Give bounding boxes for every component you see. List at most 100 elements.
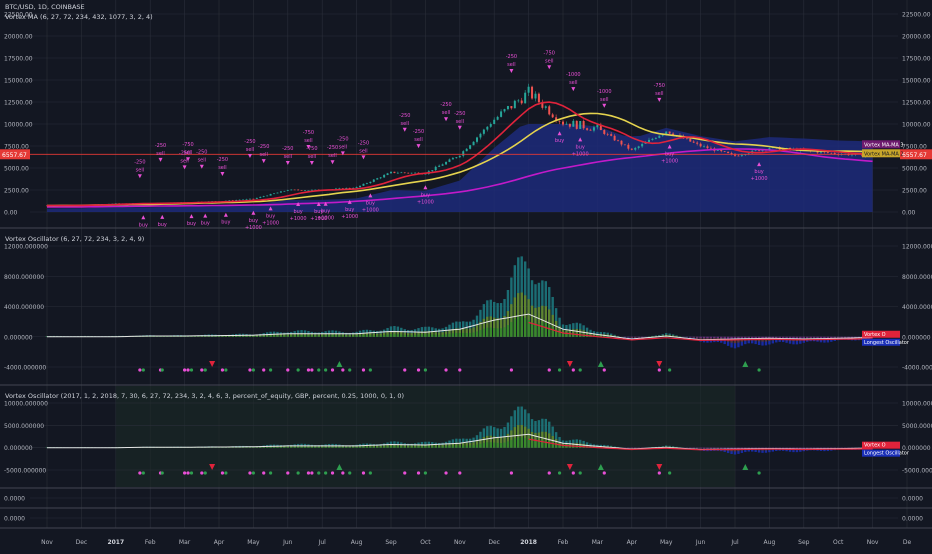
osc-bar-core [321,336,323,337]
y-tick-label-left: 0.000000 [4,334,33,341]
trade-amount: -250 [244,139,255,145]
candle-body [376,178,378,179]
osc-bar-core [693,337,695,338]
candle-body [624,144,626,145]
candle-body [497,117,499,120]
osc-bar-core [417,446,419,447]
osc-bar-core [496,443,498,448]
candle-body [741,155,743,156]
candle-body [469,145,471,149]
candle-body [576,121,578,129]
osc-bar-core [390,334,392,337]
trade-amount: +1000 [290,216,307,222]
trade-side-label: buy [249,218,258,224]
candle-body [638,146,640,148]
y-tick-label-left: 0.00 [4,210,18,217]
trade-side-label: sell [414,137,422,143]
signal-dot [424,368,427,371]
y-tick-label-right: 8000.000000 [902,274,932,281]
osc-bar-core [717,448,719,449]
osc-bar-core [720,337,722,338]
osc-bar-core [696,337,698,338]
osc-bar-core [703,448,705,449]
trade-amount: -250 [134,159,145,165]
signal-dot [221,471,224,474]
osc-label-vortex: Vortex O [864,443,886,449]
candle-body [665,132,667,134]
osc-bar-core [428,446,430,447]
signal-dot [757,368,760,371]
candle-body [590,130,592,131]
osc-bar-core [813,448,815,449]
trade-amount: +1000 [245,225,262,231]
trade-side-label: buy [345,207,354,213]
osc-bar-core [235,336,237,337]
osc-bar-core [311,447,313,448]
osc-bar-core [490,327,492,336]
candle-body [476,137,478,141]
osc-bar-core [287,336,289,337]
osc-bar-core [490,442,492,447]
x-tick-label: May [247,539,260,546]
osc-bar-core [779,337,781,338]
osc-bar-core [524,318,526,337]
osc-bar-core [283,447,285,448]
osc-bar-core [806,448,808,449]
trade-side-label: buy [321,209,330,215]
osc-bar-core [472,332,474,336]
y-tick-label-left: 0.000000 [4,445,33,452]
trade-side-label: sell [246,147,254,153]
signal-dot [510,471,513,474]
osc-bar-core [699,337,701,338]
candle-body [297,190,299,191]
osc-bar-core [500,443,502,448]
y-tick-label-left: 0.0000 [4,516,25,523]
osc-bar-core [393,334,395,337]
signal-dot [668,471,671,474]
trade-amount: -1000 [566,72,581,78]
signal-dot [262,471,265,474]
trade-side-label: sell [184,150,192,156]
osc-bar-core [421,446,423,447]
signal-dot [369,471,372,474]
candle-body [455,157,457,158]
osc-bar-core [827,337,829,338]
candle-body [479,134,481,138]
chart-svg[interactable]: 22500.0022500.0020000.0020000.0017500.00… [0,0,932,550]
signal-dot [200,368,203,371]
osc-bar-core [706,448,708,449]
candle-body [380,177,382,178]
osc-bar-core [331,447,333,448]
candle-body [703,146,705,147]
candle-body [593,127,595,130]
osc-bar-core [314,447,316,448]
candle-body [562,122,564,125]
osc-bar-core [806,337,808,338]
osc-bar-core [486,442,488,447]
osc-bar-core [479,330,481,337]
signal-dot [444,471,447,474]
candle-body [641,144,643,146]
y-tick-label-left: 15000.00 [4,78,33,85]
osc-bar-core [452,446,454,448]
trade-amount: -250 [506,54,517,60]
signal-dot [324,368,327,371]
osc-bar-core [335,447,337,448]
osc-bar-core [813,337,815,338]
ma-label-3: Vortex MA-MA 3 [864,142,904,148]
y-tick-label-right: 10000.000000 [902,401,932,408]
signal-dot [269,471,272,474]
osc-bar-core [435,335,437,337]
osc-bar-core [441,335,443,337]
osc-bar-core [349,447,351,448]
signal-dot [558,471,561,474]
osc-bar-core [448,334,450,337]
candle-body [390,172,392,174]
candle-body [569,124,571,127]
trade-amount: -1000 [597,89,612,95]
osc-bar-core [273,447,275,448]
osc-bar-core [562,446,564,448]
signal-dot [310,471,313,474]
trading-chart[interactable]: 22500.0022500.0020000.0020000.0017500.00… [0,0,932,550]
osc-bar-core [465,445,467,447]
